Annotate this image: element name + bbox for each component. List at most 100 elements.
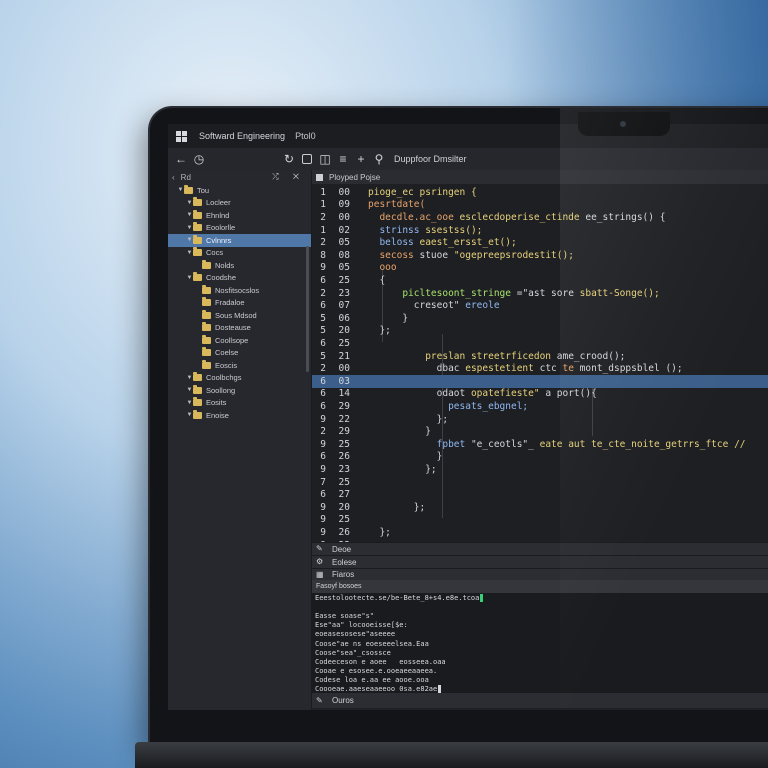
chevron-down-icon[interactable]: ▼ bbox=[186, 250, 193, 256]
code-token: } bbox=[368, 312, 409, 324]
code-token: strinss bbox=[368, 224, 426, 236]
code-editor[interactable]: Ployped Pojse 1 00 pioge_ec psringen {1 09 p… bbox=[312, 170, 768, 551]
tree-item[interactable]: Dosteause bbox=[168, 322, 311, 335]
code-line[interactable]: 5 21 preslan streetrficedon ame_crood(); bbox=[312, 350, 768, 363]
add-icon[interactable]: + bbox=[352, 150, 370, 168]
code-line[interactable]: 1 00 pioge_ec psringen { bbox=[312, 186, 768, 199]
line-number: 22 bbox=[338, 413, 350, 425]
code-line[interactable]: 9 23 }; bbox=[312, 463, 768, 476]
chevron-left-icon[interactable]: ‹ bbox=[172, 173, 175, 182]
chevron-down-icon[interactable]: ▼ bbox=[186, 400, 193, 406]
tree-item-label: Nolds bbox=[215, 260, 235, 270]
copy-icon[interactable] bbox=[298, 150, 316, 168]
code-line[interactable]: 7 25 bbox=[312, 476, 768, 489]
code-token: pioge_ec psringen { bbox=[368, 186, 477, 198]
ide-window: Softward Engineering Ptol0 ← ◷ ↻ ◫ ≡ + ⚲… bbox=[168, 124, 768, 710]
code-line[interactable]: 1 09 pesrtdate( bbox=[312, 199, 768, 212]
code-token: }; bbox=[368, 463, 437, 475]
tree-item[interactable]: ▼ Enoise bbox=[168, 409, 311, 422]
chevron-down-icon[interactable]: ▼ bbox=[186, 225, 193, 231]
code-line[interactable]: 6 25 bbox=[312, 337, 768, 350]
tree-item-label: Eosits bbox=[206, 398, 227, 408]
code-line[interactable]: 6 14 odaot opatefieste" a port(){ bbox=[312, 388, 768, 401]
line-number: 7 bbox=[320, 476, 326, 488]
tree-item[interactable]: ▼ Eosits bbox=[168, 397, 311, 410]
code-line[interactable]: 6 27 bbox=[312, 488, 768, 501]
code-line[interactable]: 2 00 dbac espestetient ctc te mont_dsppsb… bbox=[312, 362, 768, 375]
code-line[interactable]: 6 29 pesats_ebgnel; bbox=[312, 400, 768, 413]
code-line[interactable]: 2 23 picltesoont_stringe ="ast sore sbatt… bbox=[312, 287, 768, 300]
menu-icon[interactable]: ≡ bbox=[334, 150, 352, 168]
code-token: }; bbox=[368, 526, 391, 538]
tree-item[interactable]: Nosfitsocslos bbox=[168, 284, 311, 297]
folder-icon bbox=[193, 197, 202, 207]
line-number: 26 bbox=[338, 526, 350, 538]
chevron-down-icon[interactable]: ▼ bbox=[177, 187, 184, 193]
windows-logo-icon[interactable] bbox=[176, 130, 187, 142]
tree-item[interactable]: Sous Mdsod bbox=[168, 309, 311, 322]
tree-item[interactable]: ▼ Soollong bbox=[168, 384, 311, 397]
console-panel-bar[interactable]: ⚙ Eolese bbox=[312, 555, 768, 568]
back-arrow-icon[interactable]: ← bbox=[172, 150, 190, 168]
bottom-panel-bar[interactable]: ✎ Ouros bbox=[312, 693, 768, 708]
code-line[interactable]: 6 26 } bbox=[312, 451, 768, 464]
code-line[interactable]: 9 05 ooo bbox=[312, 262, 768, 275]
terminal-cursor bbox=[480, 594, 484, 602]
folder-icon bbox=[202, 284, 211, 294]
chevron-down-icon[interactable]: ▼ bbox=[186, 200, 193, 206]
terminal-tab-bar[interactable]: ▦ Fiaros bbox=[312, 568, 768, 580]
explorer-actions[interactable]: ⤮ ✕ bbox=[272, 172, 305, 182]
tree-item[interactable]: ▼ Cocs bbox=[168, 247, 311, 260]
code-line[interactable]: 6 25 { bbox=[312, 274, 768, 287]
line-number: 1 bbox=[320, 224, 326, 236]
tree-item[interactable]: ▼ Coodshe bbox=[168, 272, 311, 285]
tree-item[interactable]: ▼ Coolbchgs bbox=[168, 372, 311, 385]
collapse-icon[interactable]: ◫ bbox=[316, 150, 334, 168]
tree-item[interactable]: Coelse bbox=[168, 347, 311, 360]
chevron-down-icon[interactable]: ▼ bbox=[186, 275, 193, 281]
code-line[interactable]: 8 08 secoss stuoe "ogepreepsrodestit(); bbox=[312, 249, 768, 262]
chevron-down-icon[interactable]: ▼ bbox=[186, 387, 193, 393]
code-line[interactable]: 9 22 }; bbox=[312, 413, 768, 426]
tree-item[interactable]: Eoscis bbox=[168, 359, 311, 372]
chevron-down-icon[interactable]: ▼ bbox=[186, 237, 193, 243]
code-line[interactable]: 9 25 bbox=[312, 514, 768, 527]
code-line[interactable]: 6 07 creseot" ereole bbox=[312, 299, 768, 312]
tree-item[interactable]: ▼ Eoolorlle bbox=[168, 222, 311, 235]
sidebar-scrollbar[interactable] bbox=[306, 246, 309, 372]
debug-panel-bar[interactable]: ✎ Deoe bbox=[312, 542, 768, 555]
code-area[interactable]: 1 00 pioge_ec psringen {1 09 pesrtdate(2 00 d… bbox=[312, 184, 768, 551]
code-line[interactable]: 2 05 beloss eaest_ersst_et(); bbox=[312, 236, 768, 249]
code-token: opatefieste" bbox=[470, 388, 546, 400]
code-line[interactable]: 9 26 }; bbox=[312, 526, 768, 539]
chevron-down-icon[interactable]: ▼ bbox=[186, 412, 193, 418]
terminal-cursor bbox=[438, 685, 442, 693]
code-line[interactable]: 2 29 } bbox=[312, 425, 768, 438]
clock-icon[interactable]: ◷ bbox=[190, 150, 208, 168]
tree-item[interactable]: ▼ Cvlnnrs bbox=[168, 234, 311, 247]
chevron-down-icon[interactable]: ▼ bbox=[186, 212, 193, 218]
tree-item[interactable]: ▼ Ehnlnd bbox=[168, 209, 311, 222]
search-icon[interactable]: ⚲ bbox=[370, 150, 388, 168]
code-line[interactable]: 1 02 strinss ssestss(); bbox=[312, 224, 768, 237]
tree-item[interactable]: Fradaloe bbox=[168, 297, 311, 310]
code-line[interactable]: 6 03 bbox=[312, 375, 768, 388]
code-line[interactable]: 5 06 } bbox=[312, 312, 768, 325]
explorer-header: ‹ Rd ⤮ ✕ bbox=[168, 170, 311, 184]
line-number: 6 bbox=[320, 451, 326, 463]
tree-item[interactable]: ▼ Tou bbox=[168, 184, 311, 197]
refresh-icon[interactable]: ↻ bbox=[280, 150, 298, 168]
tree-item[interactable]: ▼ Locleer bbox=[168, 197, 311, 210]
code-line[interactable]: 2 00 decdle.ac_ooe esclecdoperise_ctinde … bbox=[312, 211, 768, 224]
tree-item[interactable]: Nolds bbox=[168, 259, 311, 272]
chevron-down-icon[interactable]: ▼ bbox=[186, 375, 193, 381]
code-line[interactable]: 9 20 }; bbox=[312, 501, 768, 514]
code-line[interactable]: 5 20 }; bbox=[312, 325, 768, 338]
terminal[interactable]: Eeestolootecte.se/be-Bete_8+s4.e8e.tcoa E… bbox=[312, 593, 768, 693]
line-number: 00 bbox=[338, 186, 350, 198]
editor-tab[interactable]: Ployped Pojse bbox=[329, 173, 380, 182]
terminal-line: Coose"sea"_csossce bbox=[315, 649, 391, 658]
tree-item[interactable]: Coollsope bbox=[168, 334, 311, 347]
code-line[interactable]: 9 25 fpbet "e_ceotls"_ eate aut te_cte_no… bbox=[312, 438, 768, 451]
line-number: 05 bbox=[338, 262, 350, 274]
